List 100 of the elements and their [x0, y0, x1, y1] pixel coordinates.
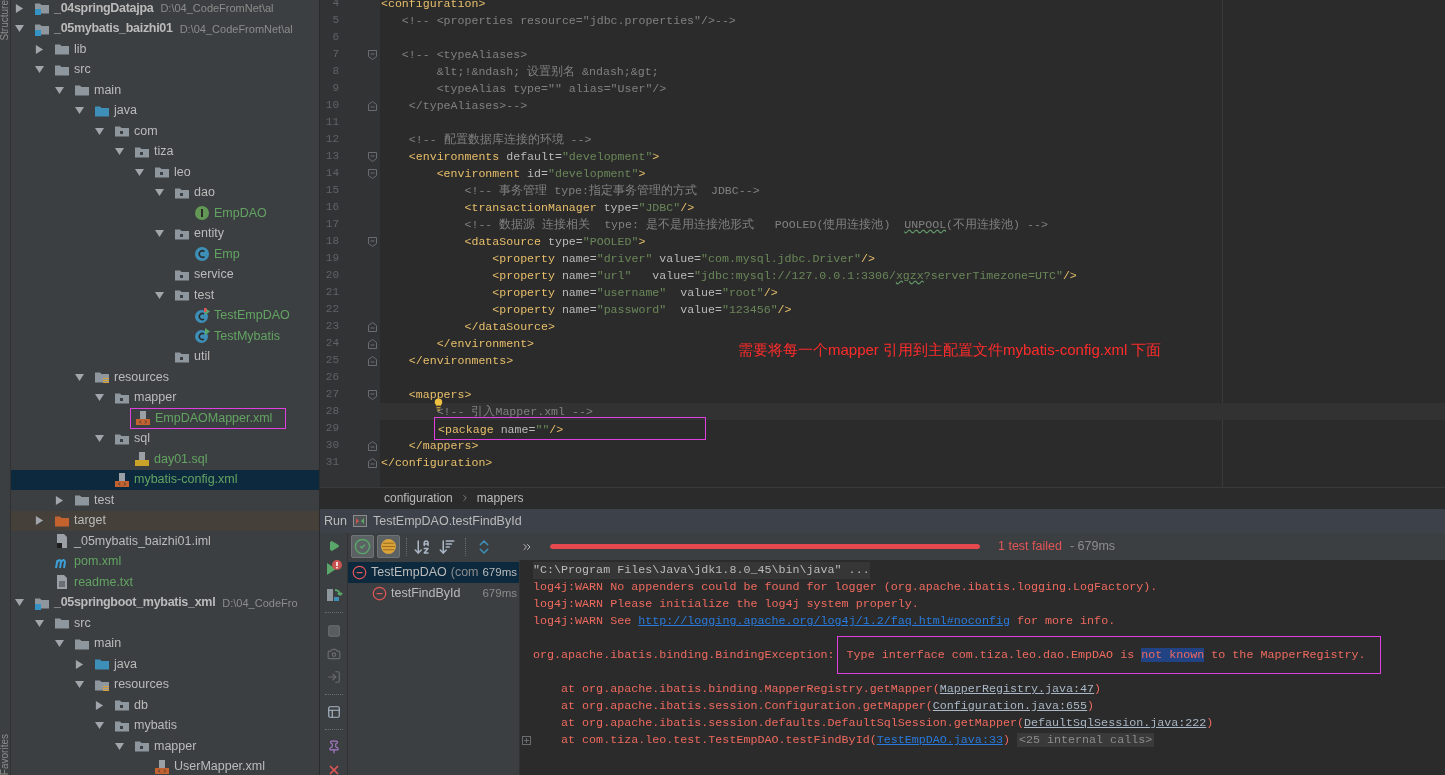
tree-arrow-icon[interactable] [54, 495, 64, 505]
code-line: <!-- 配置数据库连接的环境 --> [407, 133, 592, 146]
tree-arrow-icon[interactable] [154, 290, 164, 300]
tree-arrow-icon[interactable] [94, 126, 104, 136]
tree-arrow-icon[interactable] [114, 147, 124, 157]
tree-arrow-icon[interactable] [34, 65, 44, 75]
tree-arrow-icon[interactable] [54, 639, 64, 649]
code-line: <environments default="development"> [407, 150, 660, 163]
link[interactable]: http://logging.apache.org/log4j/1.2/faq.html#noconfig [638, 614, 1010, 628]
tree-row[interactable]: main [11, 80, 319, 101]
tree-row[interactable]: mybatis-config.xml [11, 469, 319, 490]
filter-toggle-button[interactable] [351, 535, 374, 558]
fold-marker-icon[interactable] [367, 49, 377, 60]
tree-row[interactable]: day01.sql [11, 449, 319, 470]
tree-row[interactable]: pom.xml [11, 551, 319, 572]
tree-arrow-icon[interactable] [94, 434, 104, 444]
source-link[interactable]: MapperRegistry.java:47 [939, 682, 1095, 696]
tree-row[interactable]: resources [11, 674, 319, 695]
console-line: at org.apache.ibatis.session.Configuration.getMapper(Configuration.java:655) [560, 698, 1095, 715]
tree-row[interactable]: entity [11, 223, 319, 244]
tree-row[interactable]: mapper [11, 736, 319, 757]
tree-row[interactable]: service [11, 264, 319, 285]
code-line: <!-- 事务管理 type:指定事务管理的方式 JDBC--> [463, 184, 760, 197]
tree-row[interactable]: java [11, 654, 319, 675]
sort-by-duration-icon[interactable] [438, 537, 456, 556]
tree-label: EmpDAO [214, 204, 267, 222]
fold-marker-icon[interactable] [367, 168, 377, 179]
link[interactable]: TestEmpDAO.java:33 [876, 733, 1003, 747]
tree-row[interactable]: mapper [11, 387, 319, 408]
fold-end-icon[interactable] [367, 440, 377, 451]
tree-row[interactable]: EmpDAO [11, 203, 319, 224]
tree-arrow-icon[interactable] [94, 700, 104, 710]
fold-end-icon[interactable] [367, 355, 377, 366]
tree-row[interactable]: com [11, 121, 319, 142]
test-time: 679ms [482, 585, 517, 601]
tree-row[interactable]: src [11, 613, 319, 634]
test-row[interactable]: testFindById 679ms [348, 583, 519, 604]
tree-row[interactable]: readme.txt [11, 572, 319, 593]
tree-row[interactable]: _05springboot_mybatis_xml D:\04_CodeFro [11, 592, 319, 613]
code-line: </typeAliases>--> [407, 99, 528, 112]
breadcrumb[interactable]: configuration [384, 489, 453, 507]
tree-row[interactable]: resources [11, 367, 319, 388]
fold-end-icon[interactable] [367, 100, 377, 111]
tree-arrow-icon[interactable] [14, 24, 24, 34]
source-link[interactable]: DefaultSqlSession.java:222 [1023, 716, 1207, 730]
tree-arrow-icon[interactable] [154, 188, 164, 198]
tree-row[interactable]: Emp [11, 244, 319, 265]
fold-marker-icon[interactable] [367, 236, 377, 247]
tree-row[interactable]: tiza [11, 141, 319, 162]
breadcrumb[interactable]: mappers [476, 489, 524, 507]
tree-arrow-icon[interactable] [74, 680, 84, 690]
tree-arrow-icon[interactable] [74, 106, 84, 116]
tree-arrow-icon[interactable] [94, 393, 104, 403]
code-line: </dataSource> [463, 320, 555, 333]
tree-arrow-icon[interactable] [34, 44, 44, 54]
tree-row[interactable]: dao [11, 182, 319, 203]
tree-row[interactable]: java [11, 100, 319, 121]
run-configuration-tab[interactable]: TestEmpDAO.testFindById [372, 511, 522, 531]
tree-row[interactable]: UserMapper.xml [11, 756, 319, 775]
tree-row[interactable]: db [11, 695, 319, 716]
class-icon [194, 246, 210, 263]
fold-marker-icon[interactable] [367, 389, 377, 400]
filter-toggle-button[interactable] [377, 535, 400, 558]
tree-label: java [114, 102, 137, 120]
tree-arrow-icon[interactable] [54, 85, 64, 95]
tree-arrow-icon[interactable] [74, 659, 84, 669]
tree-row[interactable]: TestMybatis [11, 326, 319, 347]
tree-arrow-icon[interactable] [114, 741, 124, 751]
tree-row[interactable]: mybatis [11, 715, 319, 736]
tree-row[interactable]: TestEmpDAO [11, 305, 319, 326]
test-row[interactable]: TestEmpDAO (com 679ms [348, 562, 519, 583]
tree-arrow-icon[interactable] [34, 516, 44, 526]
tree-arrow-icon[interactable] [14, 598, 24, 608]
expand-fold-icon[interactable] [522, 736, 531, 745]
tree-row[interactable]: _04springDatajpa D:\04_CodeFromNet\al [11, 0, 319, 19]
tree-row[interactable]: util [11, 346, 319, 367]
tree-arrow-icon[interactable] [74, 372, 84, 382]
tree-row[interactable]: test [11, 285, 319, 306]
tree-row[interactable]: sql [11, 428, 319, 449]
fold-end-icon[interactable] [367, 457, 377, 468]
tree-row[interactable]: main [11, 633, 319, 654]
tree-arrow-icon[interactable] [154, 229, 164, 239]
tree-arrow-icon[interactable] [34, 618, 44, 628]
source-link[interactable]: Configuration.java:655 [932, 699, 1088, 713]
console-line: at com.tiza.leo.test.TestEmpDAO.testFindById(TestEmpDAO.java:33) <25 internal calls> [560, 732, 1155, 749]
fold-marker-icon[interactable] [367, 151, 377, 162]
sort-alphabetically-icon[interactable] [413, 537, 431, 556]
tree-arrow-icon[interactable] [94, 721, 104, 731]
fold-end-icon[interactable] [367, 321, 377, 332]
tree-row[interactable]: src [11, 59, 319, 80]
tree-arrow-icon[interactable] [14, 3, 24, 13]
tree-row[interactable]: leo [11, 162, 319, 183]
tree-row[interactable]: lib [11, 39, 319, 60]
fold-end-icon[interactable] [367, 338, 377, 349]
tree-row[interactable]: _05mybatis_baizhi01 D:\04_CodeFromNet\al [11, 18, 319, 39]
tree-row[interactable]: test [11, 490, 319, 511]
tree-arrow-icon[interactable] [134, 167, 144, 177]
tree-label: UserMapper.xml [174, 758, 265, 775]
tree-row[interactable]: _05mybatis_baizhi01.iml [11, 531, 319, 552]
tree-row[interactable]: target [11, 510, 319, 531]
